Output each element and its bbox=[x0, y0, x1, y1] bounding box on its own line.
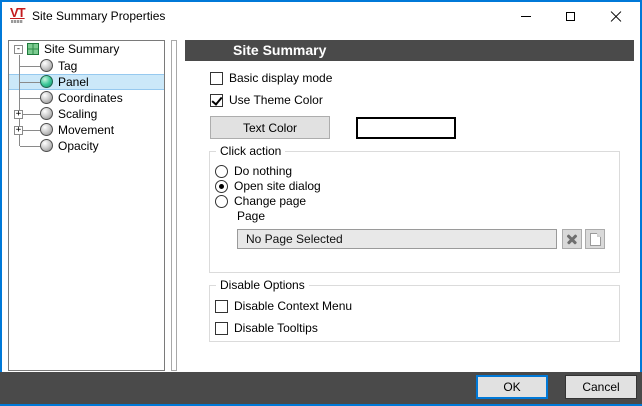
gray-sphere-icon bbox=[40, 107, 53, 120]
minimize-button[interactable] bbox=[503, 2, 548, 31]
tree-item-label: Panel bbox=[58, 74, 89, 90]
maximize-button[interactable] bbox=[548, 2, 593, 31]
radio-label: Open site dialog bbox=[234, 179, 321, 193]
tree-item-scaling[interactable]: Scaling bbox=[9, 106, 164, 122]
panel-splitter[interactable] bbox=[171, 40, 177, 371]
close-icon bbox=[610, 11, 622, 23]
browse-page-button[interactable] bbox=[585, 229, 605, 249]
tree-item-label: Tag bbox=[58, 58, 77, 74]
site-tag-icon bbox=[27, 43, 39, 55]
close-button[interactable] bbox=[593, 2, 638, 31]
panel-header: Site Summary bbox=[185, 40, 634, 61]
disable-tooltips-checkbox[interactable]: Disable Tooltips bbox=[215, 320, 318, 336]
tree-item-label: Site Summary bbox=[44, 41, 119, 57]
maximize-icon bbox=[566, 12, 575, 21]
radio-label: Do nothing bbox=[234, 164, 292, 178]
text-color-button[interactable]: Text Color bbox=[210, 116, 330, 139]
radio-do-nothing[interactable]: Do nothing bbox=[215, 163, 292, 179]
radio-label: Change page bbox=[234, 194, 306, 208]
gray-sphere-icon bbox=[40, 59, 53, 72]
clear-page-button[interactable] bbox=[562, 229, 582, 249]
radio-icon[interactable] bbox=[215, 195, 228, 208]
app-logo-icon: VT bbox=[10, 6, 30, 26]
ok-button[interactable]: OK bbox=[476, 375, 548, 399]
window-title: Site Summary Properties bbox=[32, 2, 165, 31]
tree-item-label: Opacity bbox=[58, 138, 99, 154]
page-document-icon bbox=[590, 233, 601, 246]
tree-item-label: Scaling bbox=[58, 106, 97, 122]
green-sphere-icon bbox=[40, 75, 53, 88]
tree-item-movement[interactable]: Movement bbox=[9, 122, 164, 138]
cancel-button[interactable]: Cancel bbox=[565, 375, 637, 399]
checkbox-label: Disable Tooltips bbox=[234, 321, 318, 335]
checkbox-label: Use Theme Color bbox=[229, 93, 323, 107]
minimize-icon bbox=[521, 16, 531, 17]
site-summary-properties-dialog: VT Site Summary Properties - + + Site Su… bbox=[0, 0, 642, 406]
gray-sphere-icon bbox=[40, 91, 53, 104]
checkbox-icon[interactable] bbox=[215, 322, 228, 335]
tree-item-site-summary[interactable]: Site Summary bbox=[9, 41, 164, 57]
disable-context-menu-checkbox[interactable]: Disable Context Menu bbox=[215, 298, 352, 314]
group-label: Click action bbox=[216, 144, 285, 158]
page-selection-field[interactable]: No Page Selected bbox=[237, 229, 557, 249]
radio-change-page[interactable]: Change page bbox=[215, 193, 306, 209]
group-label: Disable Options bbox=[216, 278, 309, 292]
checkbox-label: Basic display mode bbox=[229, 71, 332, 85]
page-field-label: Page bbox=[237, 209, 265, 223]
text-color-swatch bbox=[356, 117, 456, 139]
titlebar[interactable]: VT Site Summary Properties bbox=[2, 2, 640, 31]
checkbox-icon[interactable] bbox=[210, 72, 223, 85]
radio-icon[interactable] bbox=[215, 165, 228, 178]
disable-options-group: Disable Options Disable Context Menu Dis… bbox=[209, 285, 620, 342]
tree-item-label: Coordinates bbox=[58, 90, 123, 106]
tree-item-coordinates[interactable]: Coordinates bbox=[9, 90, 164, 106]
checkbox-checked-icon[interactable] bbox=[210, 94, 223, 107]
gray-sphere-icon bbox=[40, 139, 53, 152]
radio-selected-icon[interactable] bbox=[215, 180, 228, 193]
app-logo-text: VT bbox=[10, 6, 30, 20]
use-theme-color-checkbox[interactable]: Use Theme Color bbox=[210, 92, 323, 108]
app-logo-base bbox=[11, 20, 23, 23]
property-tree: - + + Site Summary Tag Panel Coordinates… bbox=[8, 40, 165, 371]
basic-display-mode-checkbox[interactable]: Basic display mode bbox=[210, 70, 332, 86]
click-action-group: Click action Do nothing Open site dialog… bbox=[209, 151, 620, 273]
checkbox-icon[interactable] bbox=[215, 300, 228, 313]
tree-item-opacity[interactable]: Opacity bbox=[9, 138, 164, 154]
tree-item-label: Movement bbox=[58, 122, 114, 138]
radio-open-site-dialog[interactable]: Open site dialog bbox=[215, 178, 321, 194]
dialog-footer: OK Cancel bbox=[0, 372, 642, 404]
clear-x-icon bbox=[567, 234, 577, 244]
tree-item-panel[interactable]: Panel bbox=[9, 74, 164, 90]
tree-item-tag[interactable]: Tag bbox=[9, 58, 164, 74]
checkbox-label: Disable Context Menu bbox=[234, 299, 352, 313]
gray-sphere-icon bbox=[40, 123, 53, 136]
caption-buttons bbox=[503, 2, 638, 31]
